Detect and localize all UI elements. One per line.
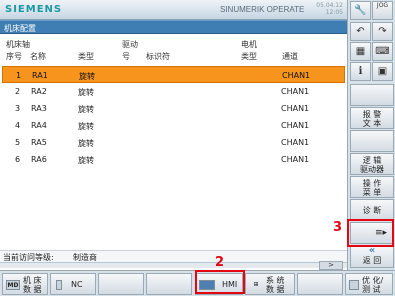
empty-softkey-3[interactable] [98,273,144,295]
row-channel: CHAN1 [281,155,310,164]
softkey-v1[interactable] [350,84,394,106]
row-name: RA4 [31,121,47,130]
row-channel: CHAN1 [281,104,310,113]
softkey-v3[interactable] [350,130,394,152]
row-channel: CHAN1 [282,71,311,80]
page-title: 机床配置 [4,24,36,33]
row-name: RA5 [31,138,47,147]
table-row[interactable]: 1 RA1 旋转 CHAN1 [2,66,345,83]
header-motor-type: 类型 [241,52,257,61]
nc-button[interactable]: NC [50,273,96,295]
row-name: RA6 [31,155,47,164]
optimize-test-button[interactable]: 优 化/ 测 试 [345,273,393,295]
header-axis: 机床轴 [6,40,30,49]
row-no: 4 [15,121,21,130]
header-name: 名称 [30,52,46,61]
annotation-box-more [347,219,394,247]
header-no: 序号 [6,52,22,61]
machine-axes-table: 机床轴 驱动 电机 序号 名称 类型 号 标识符 类型 通道 1 RA1 旋转 … [0,35,347,260]
time-text: 12:05 [325,9,343,16]
header-channel: 通道 [282,52,298,61]
diagnosis-button[interactable]: 诊 断 [350,199,394,221]
tree-icon: ⊞ [253,281,259,288]
md-icon: MD [6,280,20,290]
brand-logo: SIEMENS [5,4,63,15]
table-row[interactable]: 6 RA6 旋转 CHAN1 [2,151,345,168]
camera-icon[interactable]: ▣ [372,62,393,81]
logical-drive-button[interactable]: 逻 辑 驱动器 [350,153,394,175]
header-motor: 电机 [241,40,257,49]
row-name: RA2 [31,87,47,96]
status-line: 当前访问等级: 制造商 [0,250,347,262]
wrench-icon[interactable]: 🔧 [350,1,371,20]
row-no: 3 [15,104,21,113]
product-name: SINUMERIK OPERATE [220,5,305,14]
row-name: RA1 [32,71,48,80]
horizontal-scrollbar[interactable]: > [0,261,347,270]
operator-menu-button[interactable]: 操 作 菜 单 [350,176,394,198]
table-row[interactable]: 4 RA4 旋转 CHAN1 [2,117,345,134]
nc-label: NC [71,280,83,289]
row-no: 1 [16,71,22,80]
table-row[interactable]: 5 RA5 旋转 CHAN1 [2,134,345,151]
row-channel: CHAN1 [281,138,310,147]
alarm-text-button[interactable]: 报 警 文 本 [350,107,394,129]
header-type: 类型 [78,52,94,61]
row-type: 旋转 [78,122,94,131]
app-header: SIEMENS SINUMERIK OPERATE 05.04.12 12:05 [0,0,347,20]
row-type: 旋转 [79,72,95,81]
row-name: RA3 [31,104,47,113]
row-type: 旋转 [78,139,94,148]
datetime: 05.04.12 12:05 [316,2,343,16]
machine-data-button[interactable]: MD 机 床 数 据 [2,273,48,295]
calculator-icon[interactable]: ▦ [350,42,371,61]
optimize-test-label: 优 化/ 测 试 [362,276,384,294]
machine-data-label: 机 床 数 据 [23,276,42,294]
annotation-box-hmi [195,270,245,294]
back-button[interactable]: « 返 回 [350,245,394,268]
jog-mode-icon[interactable]: JOG [372,1,393,20]
row-channel: CHAN1 [281,121,310,130]
row-type: 旋转 [78,156,94,165]
row-channel: CHAN1 [281,87,310,96]
keyboard-icon[interactable]: ⌨ [372,42,393,61]
empty-softkey-4[interactable] [146,273,192,295]
system-data-label: 系 统 数 据 [266,276,285,294]
empty-softkey-7[interactable] [297,273,343,295]
scroll-right-arrow-icon[interactable]: > [319,261,343,270]
header-drive-no: 号 [122,52,130,61]
annotation-marker-3: 3 [333,220,343,235]
back-label: 返 回 [362,256,382,265]
page-title-bar: 机床配置 [0,20,347,34]
header-drive-id: 标识符 [146,52,170,61]
row-no: 2 [15,87,21,96]
redo-icon[interactable]: ↷ [372,22,393,41]
row-type: 旋转 [78,105,94,114]
row-no: 5 [15,138,21,147]
annotation-marker-2: 2 [215,255,225,270]
system-data-button[interactable]: ⊞ 系 统 数 据 [245,273,295,295]
undo-icon[interactable]: ↶ [350,22,371,41]
info-icon[interactable]: i [350,62,371,81]
row-type: 旋转 [78,88,94,97]
optimize-icon [349,280,359,290]
table-row[interactable]: 3 RA3 旋转 CHAN1 [2,100,345,117]
nc-icon [56,280,62,290]
row-no: 6 [15,155,21,164]
table-row[interactable]: 2 RA2 旋转 CHAN1 [2,83,345,100]
header-drive: 驱动 [122,40,138,49]
date-text: 05.04.12 [316,2,343,9]
back-arrows-icon: « [368,245,376,256]
